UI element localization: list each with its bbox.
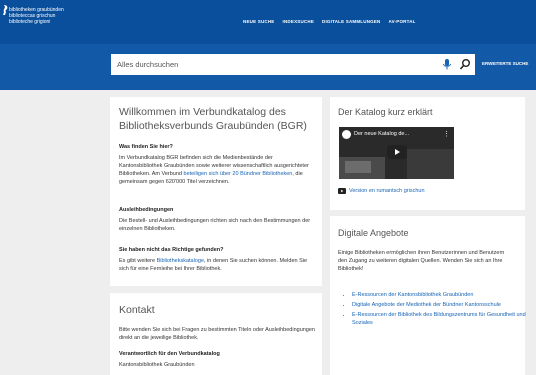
section-heading-nicht-gefunden: Sie haben nicht das Richtige gefunden? — [119, 247, 224, 253]
kontakt-title: Kontakt — [119, 304, 155, 316]
digital-title: Digitale Angebote — [338, 228, 409, 238]
rumantsch-video-link[interactable]: Version en rumantsch grischun — [349, 187, 425, 195]
microphone-icon[interactable] — [441, 58, 453, 71]
search-box — [111, 54, 475, 75]
welcome-card: Willkommen im Verbundkatalog des Bibliot… — [110, 97, 322, 286]
video-thumbnail[interactable]: Der neue Katalog de... ⋮ — [339, 127, 454, 179]
digital-card: Digitale Angebote Einige Bibliotheken er… — [330, 216, 528, 375]
section-text-nicht-gefunden: Es gibt weitere Bibliothekskataloge, in … — [119, 257, 315, 273]
kontakt-heading: Verantwortlich für den Verbundkatalog — [119, 351, 220, 357]
search-input[interactable] — [117, 57, 427, 72]
logo[interactable]: bibliotheken graubünden biblioteccas gri… — [3, 5, 103, 39]
kontakt-cutoff: Kantonsbibliothek Graubünden — [119, 362, 195, 368]
digital-list: E-Ressourcen der Kantonsbibliothek Graub… — [338, 291, 528, 327]
section-text-was-finden: Im Verbundkatalog BGR befinden sich die … — [119, 154, 315, 186]
bibliothekskataloge-link[interactable]: Bibliothekskataloge — [157, 258, 204, 264]
logo-text: bibliotheken graubünden biblioteccas gri… — [9, 7, 64, 25]
digital-link-kantonsbibliothek[interactable]: E-Ressourcen der Kantonsbibliothek Graub… — [352, 291, 528, 299]
text-span: Es gibt weitere — [119, 258, 157, 264]
digital-text: Einige Bibliotheken ermöglichen ihren Be… — [338, 250, 505, 272]
magnifier-icon[interactable] — [459, 58, 471, 71]
top-bar: bibliotheken graubünden biblioteccas gri… — [0, 0, 536, 44]
section-text-ausleihbedingungen: Die Bestell- und Ausleihbedingungen rich… — [119, 218, 311, 232]
section-heading-ausleihbedingungen: Ausleihbedingungen — [119, 207, 174, 213]
section-heading-was-finden: Was finden Sie hier? — [119, 144, 173, 150]
channel-avatar — [342, 130, 351, 139]
kontakt-text: Bitte wenden Sie sich bei Fragen zu best… — [119, 327, 315, 341]
digital-link-mediothek[interactable]: Digitale Angebote der Mediothek der Bünd… — [352, 301, 528, 309]
nav-neue-suche[interactable]: NEUE SUCHE — [243, 19, 275, 24]
search-band: ERWEITERTE SUCHE — [0, 44, 536, 90]
katalog-title: Der Katalog kurz erklärt — [338, 107, 433, 117]
kontakt-card: Kontakt Bitte wenden Sie sich bei Fragen… — [110, 293, 322, 375]
video-title: Der neue Katalog de... — [354, 131, 410, 137]
youtube-icon — [338, 188, 346, 194]
more-options-icon[interactable]: ⋮ — [443, 130, 450, 138]
nav-digitale-sammlungen[interactable]: DIGITALE SAMMLUNGEN — [322, 19, 380, 24]
main-nav: NEUE SUCHE INDEXSUCHE DIGITALE SAMMLUNGE… — [243, 19, 416, 24]
logo-line: biblioteche grigioni — [9, 19, 51, 25]
katalog-card: Der Katalog kurz erklärt Der neue Katalo… — [330, 97, 525, 210]
beteiligte-bibliotheken-link[interactable]: beteiligen sich über 20 Bündner Biblioth… — [184, 171, 293, 177]
nav-av-portal[interactable]: AV-PORTAL — [389, 19, 416, 24]
digital-link-bildungszentrum[interactable]: E-Ressourcen der Bibliothek des Bildungs… — [352, 311, 528, 327]
play-button-icon[interactable] — [387, 145, 407, 159]
advanced-search-button[interactable]: ERWEITERTE SUCHE — [482, 61, 528, 66]
welcome-title: Willkommen im Verbundkatalog des Bibliot… — [119, 106, 307, 132]
nav-indexsuche[interactable]: INDEXSUCHE — [283, 19, 315, 24]
